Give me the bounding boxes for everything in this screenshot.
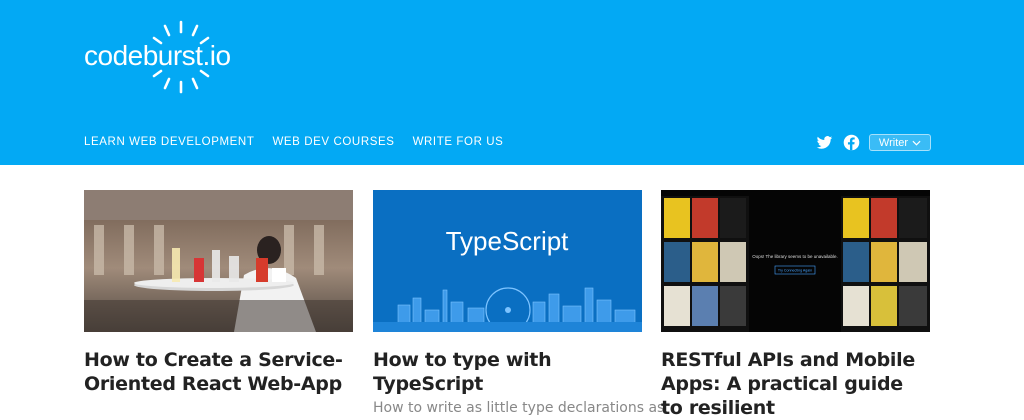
typescript-banner-text: TypeScript	[446, 226, 570, 256]
facebook-icon[interactable]	[843, 134, 860, 151]
app-error-message: Oops! The library seems to be unavailabl…	[752, 254, 837, 259]
post-thumbnail-typescript[interactable]: TypeScript	[373, 190, 642, 332]
nav-write-for-us[interactable]: WRITE FOR US	[413, 136, 504, 148]
post-subtitle: How to write as little type declarations…	[373, 400, 665, 416]
post-title[interactable]: How to type with TypeScript	[373, 348, 642, 396]
post-title[interactable]: RESTful APIs and Mobile Apps: A practica…	[661, 348, 930, 420]
post-thumbnail-waiter[interactable]	[84, 190, 353, 332]
nav-learn-web-development[interactable]: LEARN WEB DEVELOPMENT	[84, 136, 254, 148]
post-title[interactable]: How to Create a Service-Oriented React W…	[84, 348, 353, 396]
logo-text: codeburst.io	[84, 40, 231, 71]
writer-dropdown-button[interactable]: Writer	[869, 134, 931, 151]
main-nav: LEARN WEB DEVELOPMENT WEB DEV COURSES WR…	[84, 136, 503, 148]
codeburst-logo[interactable]: codeburst.io	[84, 18, 249, 96]
chevron-down-icon	[912, 140, 921, 146]
nav-web-dev-courses[interactable]: WEB DEV COURSES	[272, 136, 394, 148]
post-card[interactable]: TypeScript How to type with TypeScript H…	[373, 190, 665, 416]
twitter-icon[interactable]	[816, 134, 833, 151]
post-thumbnail-movie-app[interactable]: Oops! The library seems to be unavailabl…	[661, 190, 930, 332]
post-card[interactable]: Oops! The library seems to be unavailabl…	[661, 190, 930, 420]
site-header: codeburst.io LEARN WEB DEVELOPMENT WEB D…	[0, 0, 1024, 165]
post-card[interactable]: How to Create a Service-Oriented React W…	[84, 190, 353, 396]
app-retry-button: Try Connecting Again	[778, 269, 812, 273]
writer-label: Writer	[878, 136, 909, 149]
